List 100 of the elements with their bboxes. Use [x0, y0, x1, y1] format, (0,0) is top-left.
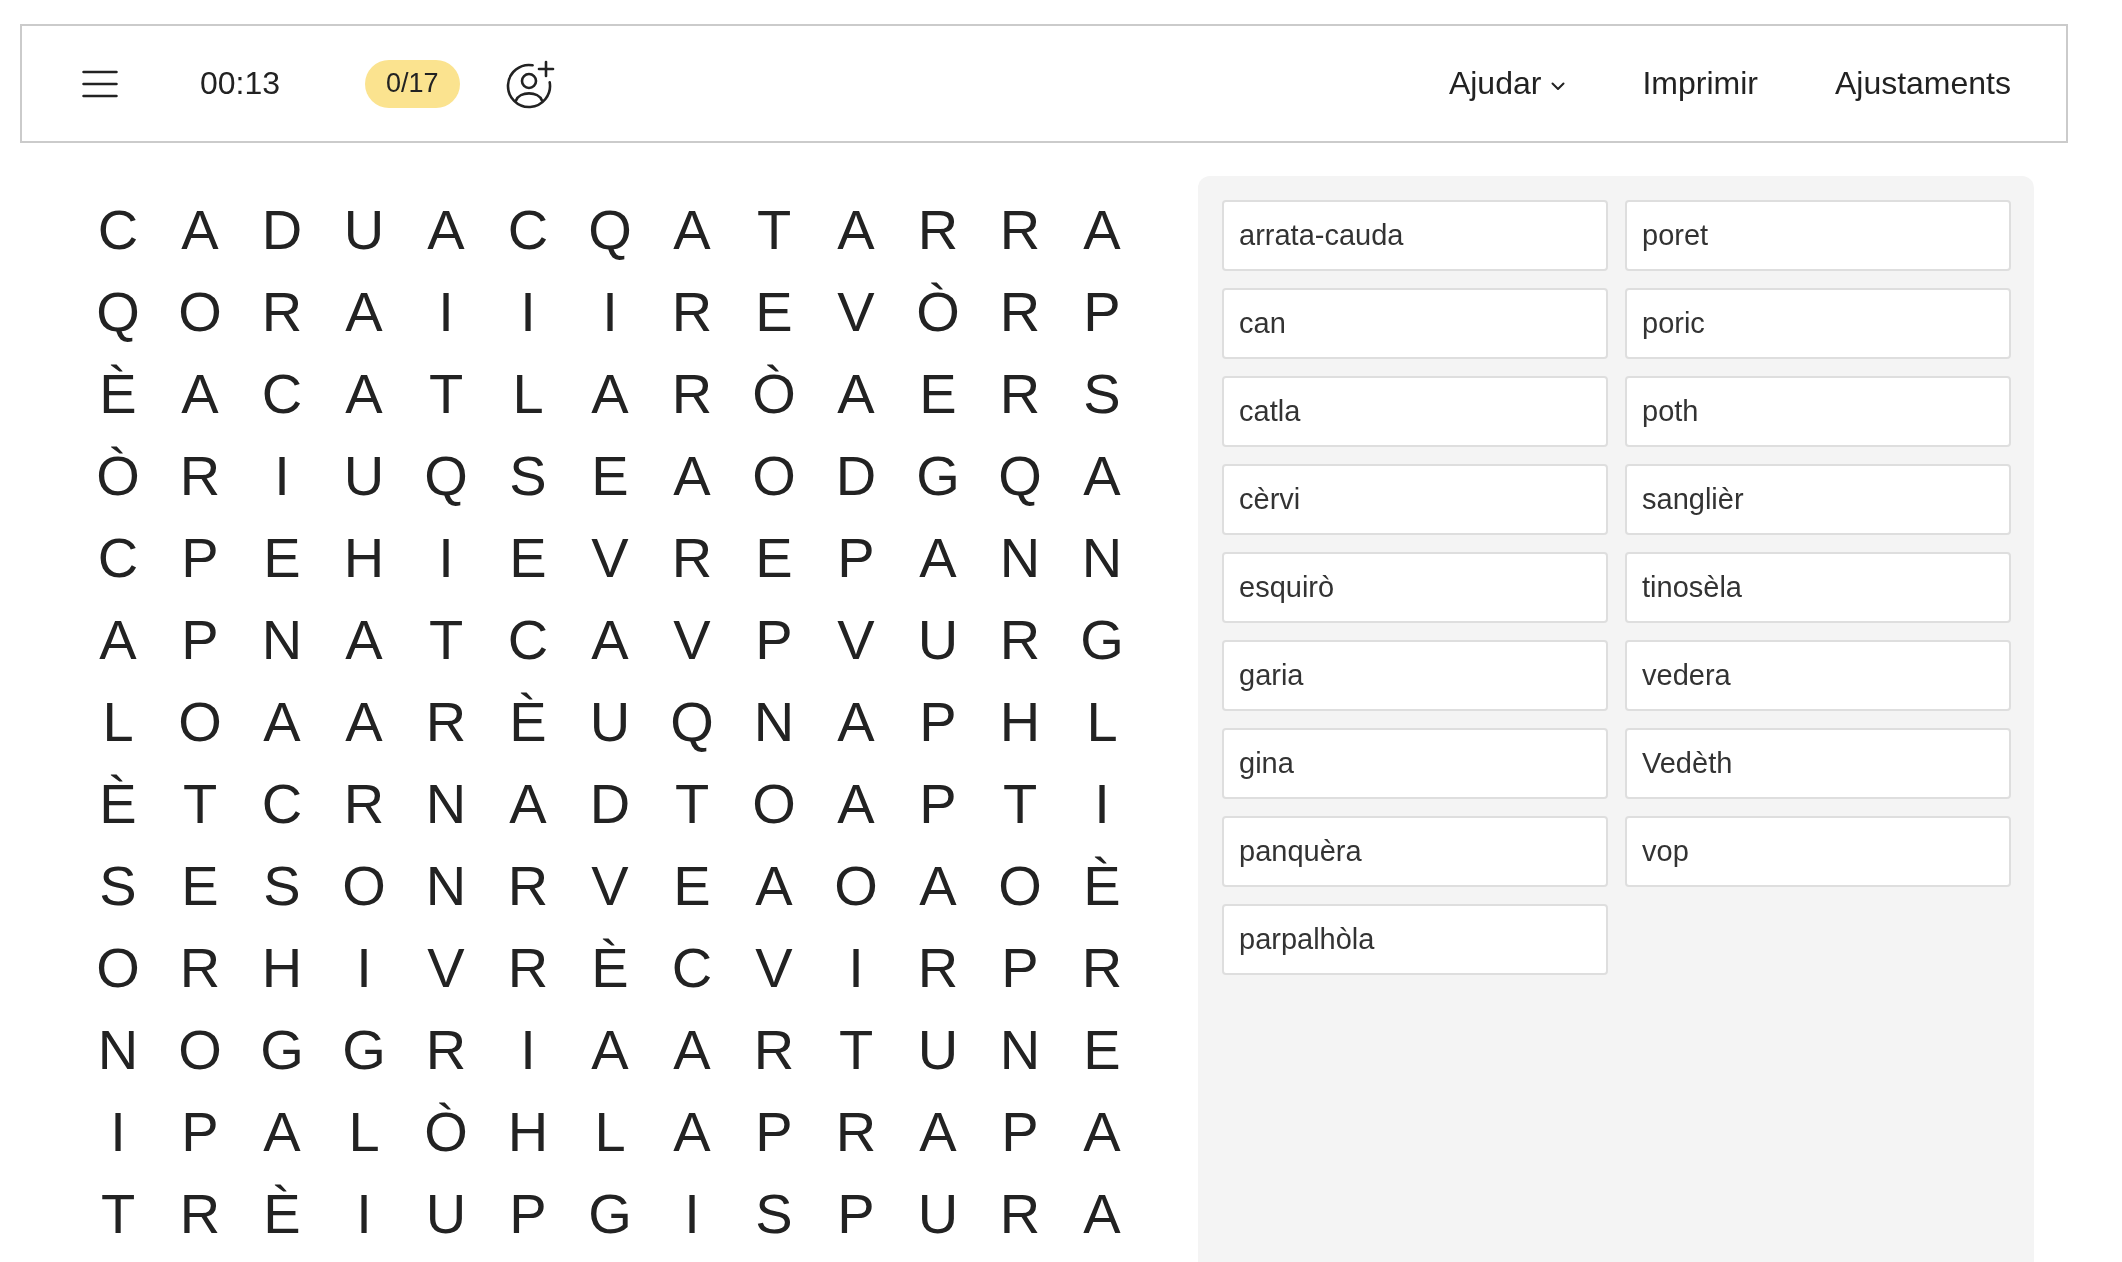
grid-letter[interactable]: V: [569, 517, 651, 599]
grid-letter[interactable]: È: [569, 927, 651, 1009]
grid-letter[interactable]: R: [241, 271, 323, 353]
grid-letter[interactable]: A: [569, 599, 651, 681]
grid-letter[interactable]: A: [159, 189, 241, 271]
grid-letter[interactable]: R: [979, 1173, 1061, 1255]
grid-letter[interactable]: E: [733, 271, 815, 353]
grid-letter[interactable]: O: [733, 435, 815, 517]
grid-letter[interactable]: A: [1061, 1173, 1143, 1255]
grid-letter[interactable]: U: [569, 681, 651, 763]
grid-letter[interactable]: P: [979, 1091, 1061, 1173]
grid-letter[interactable]: S: [241, 845, 323, 927]
grid-letter[interactable]: P: [815, 1173, 897, 1255]
grid-letter[interactable]: P: [1061, 271, 1143, 353]
grid-letter[interactable]: A: [815, 763, 897, 845]
grid-letter[interactable]: R: [897, 189, 979, 271]
grid-letter[interactable]: E: [651, 845, 733, 927]
grid-letter[interactable]: E: [1061, 1009, 1143, 1091]
menu-link[interactable]: Ajustaments: [1834, 65, 2011, 102]
grid-letter[interactable]: Q: [979, 435, 1061, 517]
grid-letter[interactable]: R: [487, 845, 569, 927]
grid-letter[interactable]: A: [159, 353, 241, 435]
grid-letter[interactable]: È: [77, 353, 159, 435]
grid-letter[interactable]: O: [979, 845, 1061, 927]
grid-letter[interactable]: A: [651, 435, 733, 517]
grid-letter[interactable]: P: [897, 681, 979, 763]
grid-letter[interactable]: C: [241, 353, 323, 435]
grid-letter[interactable]: L: [569, 1091, 651, 1173]
grid-letter[interactable]: L: [1061, 681, 1143, 763]
grid-letter[interactable]: H: [979, 681, 1061, 763]
grid-letter[interactable]: S: [487, 435, 569, 517]
grid-letter[interactable]: C: [651, 927, 733, 1009]
grid-letter[interactable]: A: [77, 599, 159, 681]
grid-letter[interactable]: A: [569, 1009, 651, 1091]
grid-letter[interactable]: O: [159, 1009, 241, 1091]
grid-letter[interactable]: Q: [405, 435, 487, 517]
grid-letter[interactable]: R: [897, 927, 979, 1009]
grid-letter[interactable]: A: [241, 1091, 323, 1173]
grid-letter[interactable]: A: [651, 189, 733, 271]
grid-letter[interactable]: U: [897, 1173, 979, 1255]
grid-letter[interactable]: I: [323, 927, 405, 1009]
grid-letter[interactable]: N: [405, 845, 487, 927]
grid-letter[interactable]: U: [897, 599, 979, 681]
grid-letter[interactable]: N: [77, 1009, 159, 1091]
grid-letter[interactable]: V: [651, 599, 733, 681]
grid-letter[interactable]: V: [733, 927, 815, 1009]
grid-letter[interactable]: P: [733, 599, 815, 681]
grid-letter[interactable]: N: [979, 517, 1061, 599]
grid-letter[interactable]: Ò: [733, 353, 815, 435]
grid-letter[interactable]: R: [815, 1091, 897, 1173]
grid-letter[interactable]: T: [159, 763, 241, 845]
grid-letter[interactable]: V: [405, 927, 487, 1009]
grid-letter[interactable]: S: [1061, 353, 1143, 435]
grid-letter[interactable]: I: [487, 271, 569, 353]
grid-letter[interactable]: P: [979, 927, 1061, 1009]
grid-letter[interactable]: A: [733, 845, 815, 927]
grid-letter[interactable]: R: [405, 1009, 487, 1091]
grid-letter[interactable]: V: [569, 845, 651, 927]
grid-letter[interactable]: E: [569, 435, 651, 517]
grid-letter[interactable]: I: [569, 271, 651, 353]
grid-letter[interactable]: R: [979, 189, 1061, 271]
grid-letter[interactable]: T: [651, 763, 733, 845]
grid-letter[interactable]: A: [405, 189, 487, 271]
grid-letter[interactable]: R: [159, 435, 241, 517]
menu-icon[interactable]: [82, 69, 118, 98]
grid-letter[interactable]: E: [159, 845, 241, 927]
grid-letter[interactable]: V: [815, 271, 897, 353]
grid-letter[interactable]: T: [77, 1173, 159, 1255]
grid-letter[interactable]: C: [77, 517, 159, 599]
grid-letter[interactable]: A: [487, 763, 569, 845]
grid-letter[interactable]: R: [159, 927, 241, 1009]
grid-letter[interactable]: A: [323, 599, 405, 681]
grid-letter[interactable]: T: [733, 189, 815, 271]
grid-letter[interactable]: P: [897, 763, 979, 845]
grid-letter[interactable]: O: [323, 845, 405, 927]
grid-letter[interactable]: I: [815, 927, 897, 1009]
grid-letter[interactable]: C: [487, 189, 569, 271]
grid-letter[interactable]: D: [569, 763, 651, 845]
grid-letter[interactable]: R: [405, 681, 487, 763]
grid-letter[interactable]: G: [323, 1009, 405, 1091]
grid-letter[interactable]: È: [1061, 845, 1143, 927]
grid-letter[interactable]: A: [323, 353, 405, 435]
grid-letter[interactable]: P: [733, 1091, 815, 1173]
grid-letter[interactable]: N: [979, 1009, 1061, 1091]
grid-letter[interactable]: T: [815, 1009, 897, 1091]
grid-letter[interactable]: P: [159, 599, 241, 681]
grid-letter[interactable]: È: [487, 681, 569, 763]
grid-letter[interactable]: R: [979, 271, 1061, 353]
grid-letter[interactable]: A: [1061, 435, 1143, 517]
grid-letter[interactable]: A: [1061, 1091, 1143, 1173]
grid-letter[interactable]: Ò: [897, 271, 979, 353]
grid-letter[interactable]: G: [897, 435, 979, 517]
grid-letter[interactable]: R: [487, 927, 569, 1009]
grid-letter[interactable]: G: [569, 1173, 651, 1255]
grid-letter[interactable]: I: [651, 1173, 733, 1255]
grid-letter[interactable]: O: [159, 681, 241, 763]
grid-letter[interactable]: U: [323, 435, 405, 517]
grid-letter[interactable]: D: [241, 189, 323, 271]
grid-letter[interactable]: R: [651, 353, 733, 435]
grid-letter[interactable]: N: [405, 763, 487, 845]
